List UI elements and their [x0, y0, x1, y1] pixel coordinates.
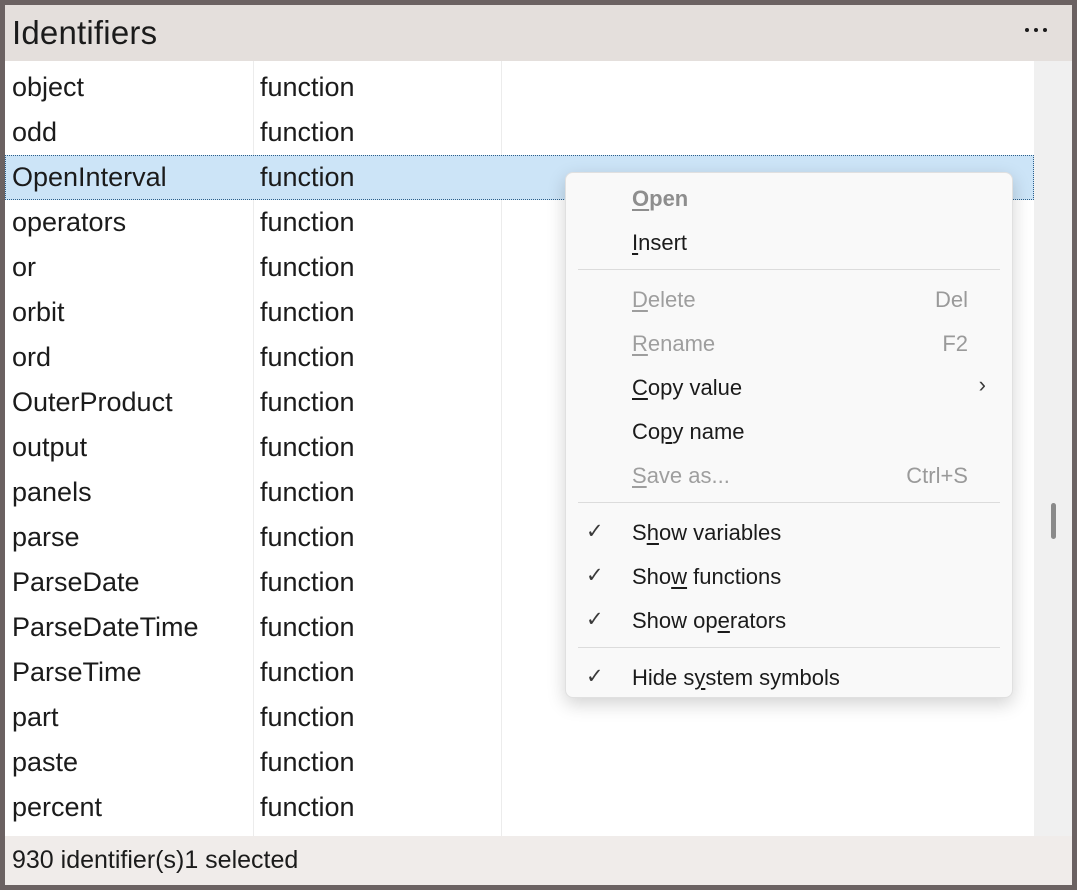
menu-item-save-as[interactable]: Save as... Ctrl+S	[566, 456, 1012, 496]
identifier-name: parse	[12, 522, 80, 552]
identifier-kind: function	[260, 297, 355, 327]
title-bar: Identifiers	[5, 5, 1072, 61]
identifier-kind: function	[260, 252, 355, 282]
menu-separator	[578, 269, 1000, 270]
selection-count: 1 selected	[184, 846, 299, 874]
identifier-name: percent	[12, 792, 103, 822]
shortcut-save-as: Ctrl+S	[906, 463, 968, 488]
identifier-kind: function	[260, 522, 355, 552]
identifier-name: ParseDateTime	[12, 612, 199, 642]
identifier-kind: function	[260, 432, 355, 462]
identifier-kind: function	[260, 702, 355, 732]
identifier-name: part	[12, 702, 59, 732]
identifier-kind: function	[260, 162, 355, 192]
context-menu: Open Insert Delete Del Rename F2 Copy va…	[565, 172, 1013, 698]
identifier-kind: function	[260, 207, 355, 237]
identifier-name: orbit	[12, 297, 65, 327]
shortcut-delete: Del	[934, 287, 968, 312]
identifier-name: operators	[12, 207, 127, 237]
identifier-kind: function	[260, 747, 355, 777]
identifier-name: ParseTime	[12, 657, 142, 687]
identifier-kind: function	[260, 117, 355, 147]
menu-separator	[578, 647, 1000, 648]
menu-item-rename[interactable]: Rename F2	[566, 324, 1012, 364]
identifiers-window: Identifiers object function odd function…	[5, 5, 1072, 885]
identifier-name: odd	[12, 117, 58, 147]
menu-item-show-functions[interactable]: ✓ Show functions	[566, 557, 1012, 597]
identifier-name: OpenInterval	[12, 162, 167, 192]
identifier-kind: function	[260, 612, 355, 642]
window-title: Identifiers	[12, 14, 158, 51]
chevron-right-icon: ›	[978, 372, 986, 397]
identifier-name: OuterProduct	[12, 387, 173, 417]
identifier-kind: function	[260, 477, 355, 507]
menu-item-open[interactable]: Open	[566, 179, 1012, 219]
menu-item-delete[interactable]: Delete Del	[566, 280, 1012, 320]
identifier-kind: function	[260, 792, 355, 822]
menu-item-hide-system-symbols[interactable]: ✓ Hide system symbols	[566, 658, 1012, 698]
identifier-name: ord	[12, 342, 52, 372]
more-options-button[interactable]	[1018, 15, 1054, 45]
table-row[interactable]: object function	[5, 65, 1034, 110]
identifier-kind: function	[260, 657, 355, 687]
status-bar: 930 identifier(s) 1 selected	[5, 836, 1072, 885]
menu-item-show-operators[interactable]: ✓ Show operators	[566, 601, 1012, 641]
menu-item-show-variables[interactable]: ✓ Show variables	[566, 513, 1012, 553]
more-horizontal-icon	[1025, 28, 1029, 32]
shortcut-rename: F2	[942, 331, 968, 356]
checkmark-icon: ✓	[586, 564, 604, 587]
identifier-kind: function	[260, 387, 355, 417]
identifier-name: paste	[12, 747, 79, 777]
menu-item-insert[interactable]: Insert	[566, 223, 1012, 263]
checkmark-icon: ✓	[586, 665, 604, 688]
menu-item-copy-name[interactable]: Copy name	[566, 412, 1012, 452]
identifier-kind: function	[260, 567, 355, 597]
menu-separator	[578, 502, 1000, 503]
table-row[interactable]: part function	[5, 695, 1034, 740]
identifier-name: ParseDate	[12, 567, 140, 597]
scrollbar-thumb[interactable]	[1051, 503, 1056, 539]
identifier-count: 930 identifier(s)	[12, 846, 185, 874]
table-row[interactable]: percent function	[5, 785, 1034, 830]
checkmark-icon: ✓	[586, 608, 604, 631]
identifier-name: object	[12, 72, 85, 102]
table-row[interactable]: paste function	[5, 740, 1034, 785]
vertical-scrollbar[interactable]	[1034, 61, 1072, 836]
identifier-kind: function	[260, 342, 355, 372]
checkmark-icon: ✓	[586, 520, 604, 543]
identifier-name: panels	[12, 477, 92, 507]
identifier-name: or	[12, 252, 37, 282]
identifier-name: output	[12, 432, 88, 462]
identifier-kind: function	[260, 72, 355, 102]
table-row[interactable]: odd function	[5, 110, 1034, 155]
menu-item-copy-value[interactable]: Copy value ›	[566, 368, 1012, 408]
